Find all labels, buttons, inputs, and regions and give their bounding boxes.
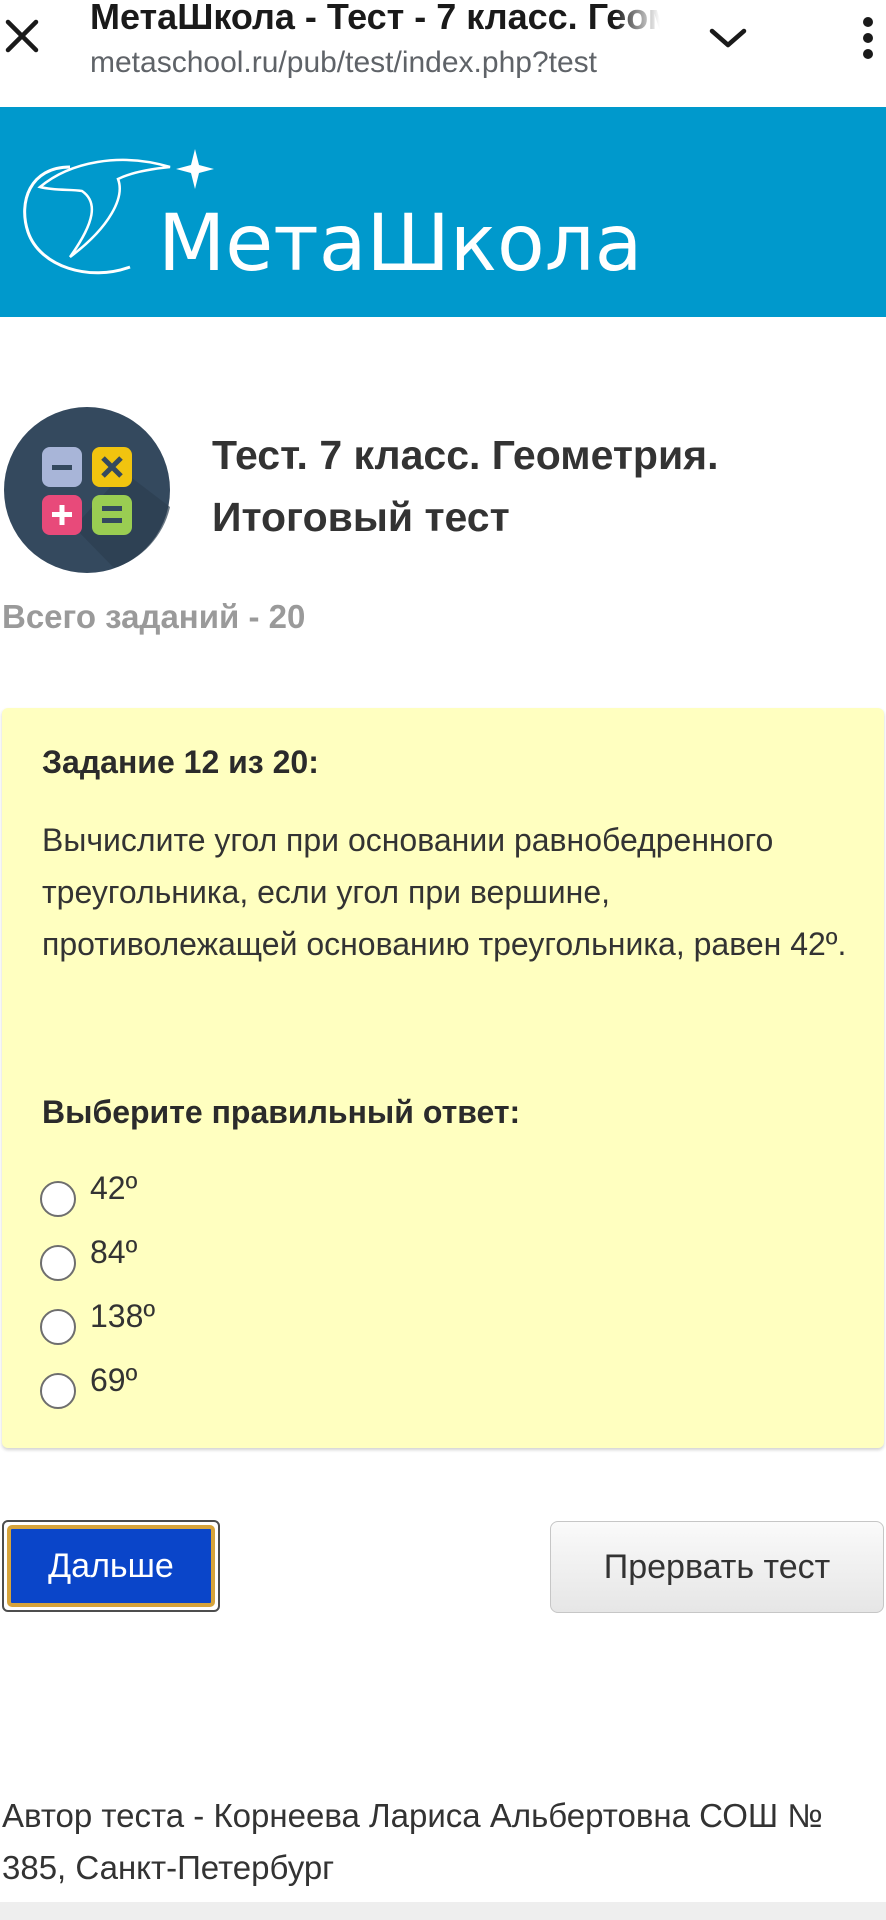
answer-option[interactable]: 84º <box>40 1234 440 1282</box>
answer-option[interactable]: 69º <box>40 1362 440 1410</box>
more-vert-icon[interactable] <box>850 10 886 66</box>
answer-option[interactable]: 42º <box>40 1170 440 1218</box>
close-icon[interactable] <box>0 14 44 58</box>
calculator-icon <box>4 407 170 573</box>
metaschool-logo: МетаШкола <box>23 149 642 289</box>
tab-title: МетаШкола - Тест - 7 класс. Геометрия <box>90 0 660 37</box>
stop-test-button[interactable]: Прервать тест <box>550 1521 884 1613</box>
test-title: Тест. 7 класс. Геометрия. Итоговый тест <box>212 432 719 540</box>
answer-prompt: Выберите правильный ответ: <box>42 1094 521 1130</box>
radio-button[interactable] <box>40 1181 76 1217</box>
radio-button[interactable] <box>40 1373 76 1409</box>
bottom-strip <box>0 1902 886 1920</box>
radio-button[interactable] <box>40 1309 76 1345</box>
url-text[interactable]: metaschool.ru/pub/test/index.php?test <box>90 46 656 80</box>
chevron-down-icon[interactable] <box>700 16 756 60</box>
answer-option[interactable]: 138º <box>40 1298 440 1346</box>
browser-top-bar: МетаШкола - Тест - 7 класс. Геометрия me… <box>0 0 886 107</box>
total-tasks: Всего заданий - 20 <box>2 598 306 635</box>
option-label: 138º <box>90 1297 156 1334</box>
next-button-label[interactable]: Дальше <box>7 1525 215 1607</box>
option-label: 84º <box>90 1233 138 1270</box>
author-info: Автор теста - Корнеева Лариса Альбертовн… <box>2 1797 823 1886</box>
option-label: 42º <box>90 1169 138 1206</box>
logo-text: МетаШкола <box>158 199 642 289</box>
option-label: 69º <box>90 1361 138 1398</box>
radio-button[interactable] <box>40 1245 76 1281</box>
site-banner[interactable]: МетаШкола <box>0 107 886 317</box>
question-card: Задание 12 из 20: Вычислите угол при осн… <box>2 708 884 1448</box>
question-text: Вычислите угол при основании равнобедрен… <box>42 822 847 962</box>
question-number: Задание 12 из 20: <box>42 744 319 780</box>
next-button[interactable]: Дальше <box>2 1520 220 1612</box>
